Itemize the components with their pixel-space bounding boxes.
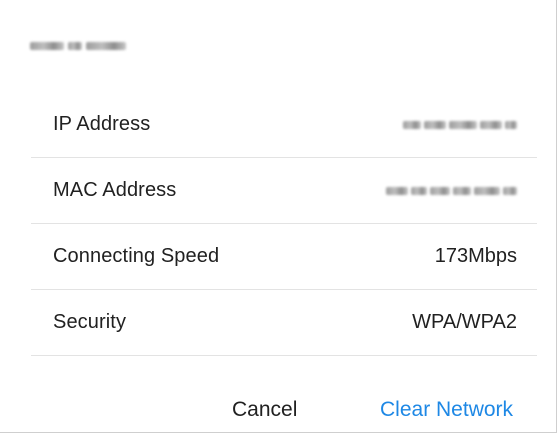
row-connecting-speed: Connecting Speed 173Mbps: [31, 224, 537, 290]
redacted-block: [68, 42, 82, 50]
network-name-redacted: [30, 39, 140, 53]
redacted-block: [449, 120, 477, 129]
redacted-block: [86, 42, 126, 50]
security-label: Security: [53, 311, 127, 333]
redacted-block: [424, 120, 446, 129]
redacted-block: [480, 120, 502, 129]
clear-network-button[interactable]: Clear Network: [380, 396, 513, 424]
mac-address-label: MAC Address: [53, 179, 177, 201]
security-value: WPA/WPA2: [412, 311, 517, 333]
ip-address-value-redacted: [403, 119, 517, 131]
redacted-block: [411, 186, 427, 195]
network-details-dialog: IP Address MAC Address Connecting Speed: [0, 0, 557, 433]
connecting-speed-label: Connecting Speed: [53, 245, 220, 267]
connecting-speed-value: 173Mbps: [434, 245, 517, 267]
redacted-block: [30, 42, 64, 50]
redacted-block: [503, 186, 517, 195]
cancel-button[interactable]: Cancel: [232, 396, 297, 424]
ip-address-label: IP Address: [53, 113, 151, 135]
redacted-block: [474, 186, 500, 195]
network-info-list: IP Address MAC Address Connecting Speed: [31, 92, 537, 356]
row-mac-address: MAC Address: [31, 158, 537, 224]
dialog-actions: Cancel Clear Network: [0, 396, 557, 424]
redacted-block: [386, 186, 408, 195]
redacted-block: [505, 120, 517, 129]
row-security: Security WPA/WPA2: [31, 290, 537, 356]
redacted-block: [453, 186, 471, 195]
redacted-block: [403, 120, 421, 129]
mac-address-value-redacted: [386, 185, 517, 197]
redacted-block: [430, 186, 450, 195]
row-ip-address: IP Address: [31, 92, 537, 158]
